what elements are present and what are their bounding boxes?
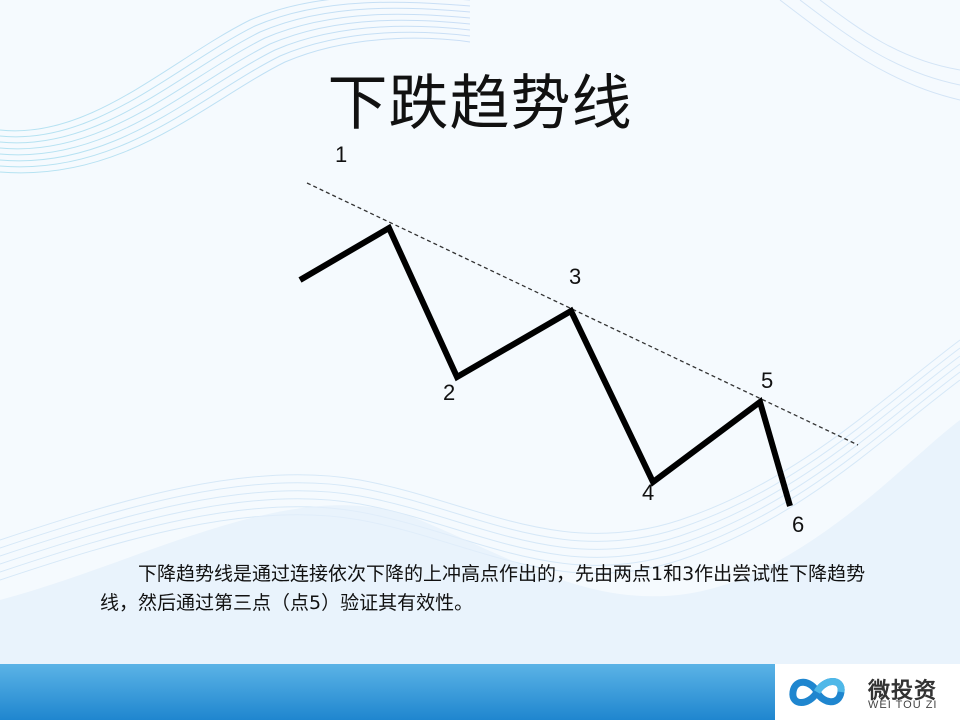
trend-line	[306, 182, 859, 446]
point-label-1: 1	[335, 142, 347, 167]
logo-name-en: WEI TOU ZI	[868, 699, 938, 711]
description-text: 下降趋势线是通过连接依次下降的上冲高点作出的，先由两点1和3作出尝试性下降趋势线…	[100, 563, 866, 614]
point-label-4: 4	[642, 480, 654, 505]
point-label-6: 6	[792, 512, 804, 537]
point-label-3: 3	[569, 264, 581, 289]
infinity-logo-icon	[789, 678, 845, 706]
price-zigzag	[298, 223, 793, 507]
logo: 微投资 WEI TOU ZI	[775, 664, 960, 720]
point-label-5: 5	[761, 368, 773, 393]
point-label-2: 2	[443, 380, 455, 405]
